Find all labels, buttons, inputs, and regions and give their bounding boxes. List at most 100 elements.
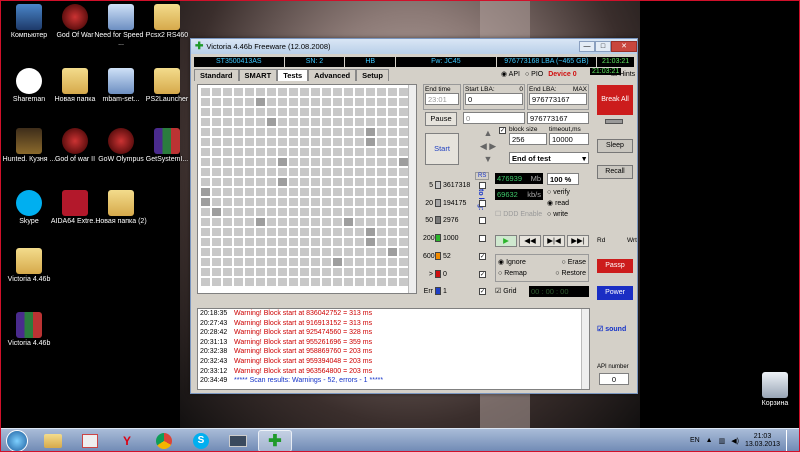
end-lba-field[interactable]: 976773167 [529, 93, 587, 105]
pause-field[interactable]: 0 [463, 112, 525, 124]
desktop-icon[interactable]: GetSystemI... [140, 128, 194, 164]
block-cell [399, 228, 408, 236]
write-radio[interactable]: ○ write [547, 209, 570, 220]
block-cell [256, 128, 265, 136]
block-cell [223, 118, 232, 126]
sleep-button[interactable]: Sleep [597, 139, 633, 153]
block-cell [245, 228, 254, 236]
victoria-window[interactable]: ✚ Victoria 4.46b Freeware (12.08.2008) —… [190, 38, 638, 394]
desktop-icon[interactable]: Victoria 4.46b [2, 248, 56, 284]
minimize-button[interactable]: — [579, 41, 595, 52]
block-cell [234, 248, 243, 256]
maximize-button[interactable]: □ [595, 41, 611, 52]
pio-radio[interactable]: ○ PIO [525, 71, 543, 78]
end-lba-max[interactable]: MAX [573, 86, 587, 93]
api-number-field[interactable]: 0 [599, 373, 629, 385]
read-radio[interactable]: ◉ read [547, 198, 570, 209]
start-button-icon[interactable] [6, 429, 28, 452]
block-cell [278, 188, 287, 196]
passp-button[interactable]: Passp [597, 259, 633, 273]
legend-log-checkbox[interactable] [479, 181, 486, 189]
rewind-icon[interactable]: ◀◀ [519, 235, 541, 247]
desktop-icon[interactable]: Victoria 4.46b [2, 312, 56, 348]
block-cell [289, 218, 298, 226]
legend-log-checkbox[interactable] [479, 234, 486, 242]
break-all-button[interactable]: Break All [597, 85, 633, 115]
victoria-taskbar-icon[interactable]: ✚ [258, 429, 292, 452]
start-button[interactable]: Start [425, 133, 459, 165]
block-cell [267, 228, 276, 236]
end-action-select[interactable]: End of test ▾ [509, 152, 589, 164]
arrow-left-right-icon[interactable]: ◀ ▶ [473, 140, 503, 153]
tab-advanced[interactable]: Advanced [308, 69, 357, 81]
timeout-field[interactable]: 10000 [549, 133, 589, 145]
block-cell [256, 98, 265, 106]
ignore-radio[interactable]: ◉ Ignore [498, 257, 526, 268]
computer-taskbar-icon[interactable] [221, 430, 255, 452]
block-cell [333, 218, 342, 226]
clock[interactable]: 21:03 13.03.2013 [745, 433, 780, 449]
arrow-down-icon[interactable]: ▼ [473, 153, 503, 166]
end-lba-field-2[interactable]: 976773167 [527, 112, 589, 124]
ddd-enable-checkbox[interactable]: ☐ DDD Enable [495, 210, 542, 218]
desktop-icon[interactable]: Pcsx2 RS460 [140, 4, 194, 40]
recycle-bin[interactable]: Корзина [748, 372, 800, 408]
block-size-field[interactable]: 256 [509, 133, 547, 145]
rs-button[interactable]: RS [475, 172, 490, 180]
desktop-icon[interactable]: PS2Launcher [140, 68, 194, 104]
log-scrollbar[interactable] [581, 309, 589, 389]
show-desktop-button[interactable] [786, 429, 796, 452]
recall-button[interactable]: Recall [597, 165, 633, 179]
volume-icon[interactable]: ◀) [731, 437, 739, 445]
block-cell [388, 188, 397, 196]
block-cell [344, 138, 353, 146]
api-radio[interactable]: ◉ API [501, 70, 520, 78]
network-icon[interactable]: ▥ [719, 437, 726, 445]
power-button[interactable]: Power [597, 286, 633, 300]
play-icon[interactable]: ▶ [495, 235, 517, 247]
block-cell [322, 208, 331, 216]
end-icon[interactable]: ▶▶| [567, 235, 589, 247]
legend-log-checkbox[interactable] [479, 216, 486, 224]
desktop-icon[interactable]: Новая папка (2) [94, 190, 148, 226]
tray-arrow-icon[interactable]: ▲ [706, 437, 713, 444]
skype-taskbar-icon[interactable]: S [184, 430, 218, 452]
block-cell [366, 228, 375, 236]
tab-setup[interactable]: Setup [356, 69, 389, 81]
tab-tests[interactable]: Tests [277, 69, 309, 81]
grid-checkbox[interactable]: ☑ Grid [495, 287, 516, 295]
block-cell [267, 188, 276, 196]
block-cell [289, 188, 298, 196]
tab-smart[interactable]: SMART [238, 69, 278, 81]
close-button[interactable]: ✕ [611, 41, 637, 52]
step-icon[interactable]: ▶|◀ [543, 235, 565, 247]
block-cell [267, 148, 276, 156]
start-lba-field[interactable]: 0 [465, 93, 523, 105]
legend-log-checkbox[interactable]: ✓ [479, 287, 486, 295]
title-bar[interactable]: ✚ Victoria 4.46b Freeware (12.08.2008) —… [191, 39, 637, 54]
restore-radio[interactable]: ○ Restore [555, 268, 586, 279]
chrome-taskbar-icon[interactable] [147, 430, 181, 452]
legend-log-checkbox[interactable] [479, 199, 486, 207]
language-indicator[interactable]: EN [690, 437, 700, 444]
api-number-label: API number [597, 364, 629, 370]
sound-checkbox[interactable]: ☑ sound [597, 325, 626, 333]
legend-log-checkbox[interactable]: ✓ [479, 270, 486, 278]
grid-scrollbar[interactable] [408, 85, 416, 293]
remap-radio[interactable]: ○ Remap [498, 268, 527, 279]
verify-radio[interactable]: ○ verify [547, 187, 570, 198]
yandex-browser-taskbar-icon[interactable]: Y [110, 430, 144, 452]
pause-button[interactable]: Pause [425, 112, 457, 126]
block-cell [223, 268, 232, 276]
media-player-taskbar-icon[interactable] [73, 430, 107, 452]
block-cell [355, 98, 364, 106]
erase-radio[interactable]: ○ Erase [562, 257, 586, 268]
end-time-field[interactable]: 23:01 [425, 93, 459, 105]
direction-checkbox[interactable]: ✓ [499, 127, 506, 134]
legend-log-checkbox[interactable]: ✓ [479, 252, 486, 260]
drive-info-bar: ST3500413AS SN: 2 HB Fw: JC45 976773168 … [194, 57, 634, 67]
explorer-taskbar-icon[interactable] [36, 430, 70, 452]
legend-count: 1000 [443, 234, 459, 242]
block-cell [355, 218, 364, 226]
tab-standard[interactable]: Standard [194, 69, 239, 81]
